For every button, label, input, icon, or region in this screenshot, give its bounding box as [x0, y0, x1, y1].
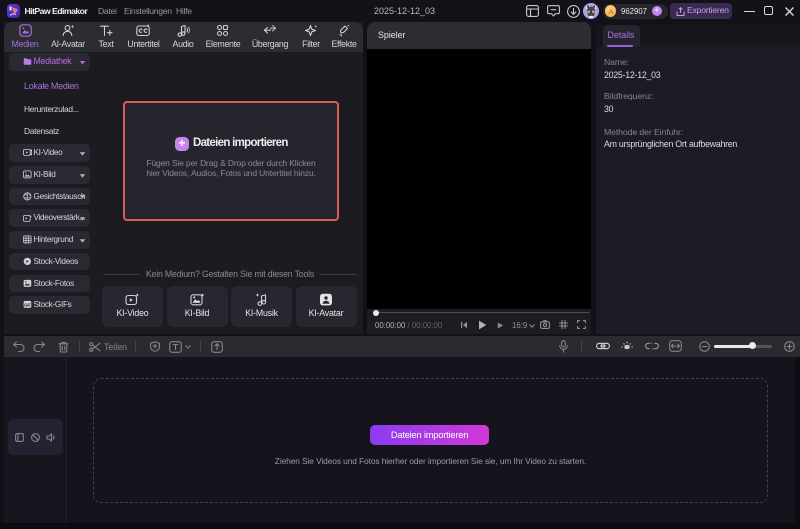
svg-text:GIF: GIF — [24, 303, 31, 308]
